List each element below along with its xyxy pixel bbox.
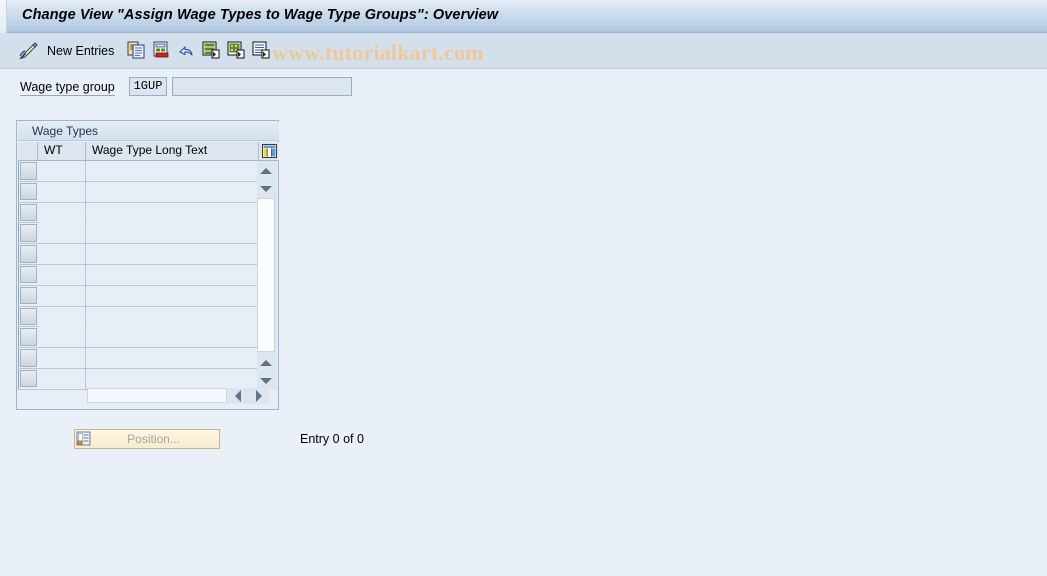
scroll-track[interactable]: [257, 198, 275, 352]
cell-wt[interactable]: [39, 327, 86, 348]
cell-long-text[interactable]: [87, 306, 258, 327]
table-row[interactable]: [18, 202, 258, 224]
wage-type-group-text-field[interactable]: [172, 77, 352, 96]
row-selector[interactable]: [20, 369, 37, 388]
cell-long-text[interactable]: [87, 181, 258, 202]
scroll-up-button[interactable]: [257, 163, 275, 178]
horizontal-scroll-track[interactable]: [87, 388, 227, 403]
position-button[interactable]: Position...: [74, 429, 220, 449]
cell-wt[interactable]: [39, 348, 86, 369]
table-row[interactable]: [18, 244, 258, 265]
cell-long-text[interactable]: [87, 223, 258, 244]
table-row[interactable]: [18, 306, 258, 328]
select-all-icon[interactable]: [202, 41, 220, 59]
column-settings-icon[interactable]: [260, 142, 279, 160]
scroll-left-button[interactable]: [227, 387, 248, 404]
row-selector[interactable]: [20, 162, 37, 180]
position-button-label: Position...: [127, 432, 180, 446]
horizontal-scrollbar[interactable]: [87, 387, 277, 404]
pencil-icon[interactable]: [18, 42, 40, 62]
title-bar-left-edge: [0, 0, 7, 33]
deselect-all-icon[interactable]: [252, 41, 270, 59]
vertical-scrollbar[interactable]: [257, 161, 277, 390]
copy-icon[interactable]: [127, 41, 145, 59]
watermark-text: www.tutorialkart.com: [272, 40, 484, 65]
row-selector[interactable]: [20, 203, 37, 222]
row-selector[interactable]: [20, 349, 37, 367]
table-row[interactable]: [18, 161, 258, 182]
row-selector[interactable]: [20, 265, 37, 284]
cell-long-text[interactable]: [87, 202, 258, 223]
entry-count-label: Entry 0 of 0: [300, 432, 364, 446]
cell-wt[interactable]: [39, 202, 86, 223]
page-title: Change View "Assign Wage Types to Wage T…: [22, 7, 499, 23]
cell-long-text[interactable]: [87, 348, 258, 369]
column-header-selector[interactable]: [18, 142, 38, 160]
chevron-up-icon: [260, 167, 272, 174]
chevron-down-icon: [260, 377, 272, 384]
table-header-row: WT Wage Type Long Text: [18, 142, 279, 161]
table-row[interactable]: [18, 181, 258, 203]
cell-long-text[interactable]: [87, 327, 258, 348]
cell-long-text[interactable]: [87, 161, 258, 181]
table-title: Wage Types: [18, 122, 279, 141]
column-header-long-text[interactable]: Wage Type Long Text: [87, 142, 259, 160]
scroll-down-button[interactable]: [257, 181, 275, 196]
wage-type-group-key-field[interactable]: 1GUP: [129, 77, 167, 96]
cell-wt[interactable]: [39, 244, 86, 265]
column-header-wt[interactable]: WT: [39, 142, 86, 160]
cell-wt[interactable]: [39, 264, 86, 285]
undo-icon[interactable]: [177, 41, 195, 59]
cell-wt[interactable]: [39, 161, 86, 181]
scroll-page-down-button[interactable]: [257, 373, 275, 388]
chevron-left-icon: [234, 389, 241, 402]
chevron-up-icon: [260, 359, 272, 366]
select-block-icon[interactable]: [227, 41, 245, 59]
cell-wt[interactable]: [39, 306, 86, 327]
position-icon: [76, 431, 92, 447]
cell-wt[interactable]: [39, 285, 86, 306]
table-row[interactable]: [18, 264, 258, 286]
wage-type-group-label: Wage type group: [20, 80, 115, 96]
cell-wt[interactable]: [39, 223, 86, 244]
table-row[interactable]: [18, 223, 258, 245]
cell-long-text[interactable]: [87, 244, 258, 265]
row-selector[interactable]: [20, 328, 37, 346]
row-selector[interactable]: [20, 245, 37, 263]
cell-long-text[interactable]: [87, 285, 258, 306]
scroll-page-up-button[interactable]: [257, 355, 275, 370]
table-row[interactable]: [18, 327, 258, 349]
row-selector[interactable]: [20, 286, 37, 305]
cell-wt[interactable]: [39, 181, 86, 202]
table-row[interactable]: [18, 348, 258, 369]
row-selector[interactable]: [20, 307, 37, 326]
wage-types-table: Wage Types WT Wage Type Long Text: [16, 120, 279, 410]
chevron-right-icon: [255, 389, 262, 402]
new-entries-button[interactable]: New Entries: [47, 44, 114, 58]
cell-long-text[interactable]: [87, 264, 258, 285]
table-row[interactable]: [18, 285, 258, 307]
toolbar-icon-group: [127, 41, 270, 59]
chevron-down-icon: [260, 185, 272, 192]
cell-wt[interactable]: [39, 368, 86, 389]
cell-long-text[interactable]: [87, 368, 258, 389]
row-selector[interactable]: [20, 182, 37, 201]
row-selector[interactable]: [20, 224, 37, 242]
scroll-right-button[interactable]: [248, 387, 269, 404]
table-body: [18, 161, 258, 390]
delete-icon[interactable]: [152, 41, 170, 59]
